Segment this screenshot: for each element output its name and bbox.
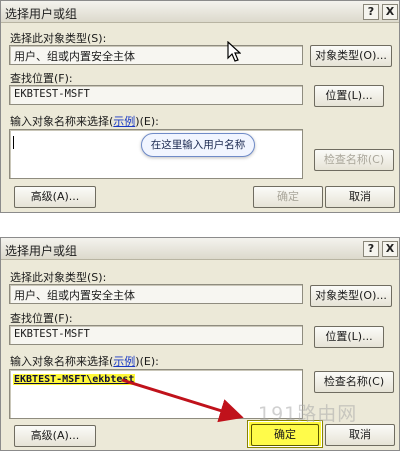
watermark: 191路由网 [258,403,358,425]
red-arrow-icon [121,378,244,423]
